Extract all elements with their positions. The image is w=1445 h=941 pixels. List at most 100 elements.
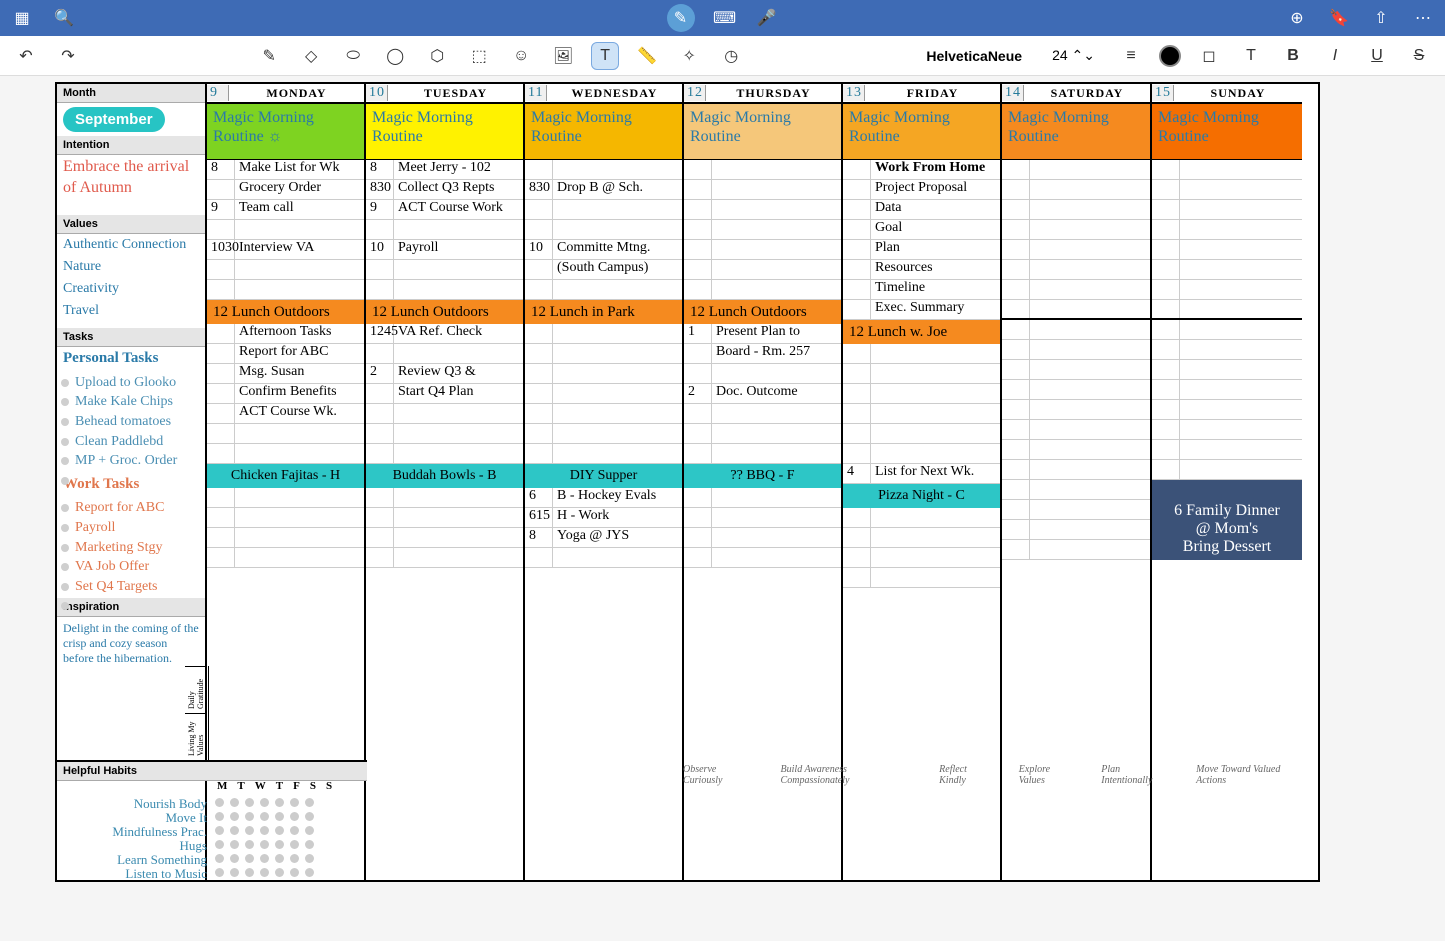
schedule-row[interactable] bbox=[1002, 180, 1150, 200]
schedule-row[interactable] bbox=[1152, 440, 1302, 460]
schedule-row[interactable]: 830Drop B @ Sch. bbox=[525, 180, 682, 200]
schedule-row[interactable] bbox=[366, 508, 523, 528]
strike-icon[interactable]: S bbox=[1405, 42, 1433, 70]
morning-routine[interactable]: Magic Morning Routine bbox=[684, 104, 841, 160]
schedule-row[interactable]: Project Proposal bbox=[843, 180, 1000, 200]
schedule-row[interactable] bbox=[1152, 360, 1302, 380]
dinner-block[interactable]: Chicken Fajitas - H bbox=[207, 464, 364, 488]
schedule-row[interactable] bbox=[1002, 320, 1150, 340]
task-item[interactable]: Upload to Glooko bbox=[61, 373, 201, 393]
schedule-row[interactable] bbox=[1002, 420, 1150, 440]
morning-routine[interactable]: Magic Morning Routine bbox=[525, 104, 682, 160]
task-item[interactable]: Marketing Stgy bbox=[61, 538, 201, 558]
schedule-row[interactable] bbox=[684, 280, 841, 300]
habit-dot[interactable] bbox=[305, 840, 314, 849]
habit-dot[interactable] bbox=[230, 868, 239, 877]
habit-dot[interactable] bbox=[260, 840, 269, 849]
search-icon[interactable]: 🔍 bbox=[52, 6, 76, 30]
habit-dot[interactable] bbox=[305, 868, 314, 877]
schedule-row[interactable]: Goal bbox=[843, 220, 1000, 240]
event-block[interactable]: 6 Family Dinner@ Mom'sBring Dessert bbox=[1152, 480, 1302, 560]
habit-dot[interactable] bbox=[260, 812, 269, 821]
schedule-row[interactable]: 10Payroll bbox=[366, 240, 523, 260]
schedule-row[interactable] bbox=[843, 568, 1000, 588]
schedule-row[interactable] bbox=[366, 528, 523, 548]
dinner-block[interactable]: DIY Supper bbox=[525, 464, 682, 488]
schedule-row[interactable] bbox=[684, 260, 841, 280]
font-name[interactable]: HelveticaNeue bbox=[918, 48, 1030, 64]
select-icon[interactable]: ⬚ bbox=[465, 42, 493, 70]
habit-dot[interactable] bbox=[230, 812, 239, 821]
schedule-row[interactable] bbox=[207, 528, 364, 548]
morning-routine[interactable]: Magic Morning Routine bbox=[1152, 104, 1302, 160]
habit-dot[interactable] bbox=[215, 854, 224, 863]
habit-dot[interactable] bbox=[275, 840, 284, 849]
habit-dot[interactable] bbox=[245, 868, 254, 877]
schedule-row[interactable] bbox=[843, 364, 1000, 384]
schedule-row[interactable] bbox=[684, 424, 841, 444]
bookmark-icon[interactable]: 🔖 bbox=[1327, 6, 1351, 30]
morning-routine[interactable]: Magic Morning Routine bbox=[843, 104, 1000, 160]
habit-dot[interactable] bbox=[230, 826, 239, 835]
schedule-row[interactable] bbox=[207, 424, 364, 444]
schedule-row[interactable] bbox=[843, 424, 1000, 444]
task-item[interactable]: Behead tomatoes bbox=[61, 412, 201, 432]
schedule-row[interactable] bbox=[1152, 380, 1302, 400]
schedule-row[interactable] bbox=[684, 240, 841, 260]
italic-icon[interactable]: I bbox=[1321, 42, 1349, 70]
schedule-row[interactable] bbox=[1152, 340, 1302, 360]
ruler-icon[interactable]: 📏 bbox=[633, 42, 661, 70]
highlighter-icon[interactable]: ⬭ bbox=[339, 42, 367, 70]
habit-dot[interactable] bbox=[245, 854, 254, 863]
habit-dot[interactable] bbox=[275, 826, 284, 835]
schedule-row[interactable] bbox=[1152, 260, 1302, 280]
schedule-row[interactable] bbox=[366, 260, 523, 280]
schedule-row[interactable] bbox=[525, 404, 682, 424]
schedule-row[interactable]: ACT Course Wk. bbox=[207, 404, 364, 424]
schedule-row[interactable] bbox=[525, 424, 682, 444]
dinner-block[interactable]: ?? BBQ - F bbox=[684, 464, 841, 488]
habit-dot[interactable] bbox=[260, 826, 269, 835]
habit-dot[interactable] bbox=[275, 812, 284, 821]
habit-dot[interactable] bbox=[260, 854, 269, 863]
habit-dot[interactable] bbox=[305, 854, 314, 863]
habit-dot[interactable] bbox=[275, 868, 284, 877]
schedule-row[interactable] bbox=[1002, 200, 1150, 220]
schedule-row[interactable] bbox=[366, 424, 523, 444]
habit-dot[interactable] bbox=[290, 854, 299, 863]
schedule-row[interactable] bbox=[1002, 240, 1150, 260]
schedule-row[interactable] bbox=[1002, 500, 1150, 520]
add-page-icon[interactable]: ⊕ bbox=[1285, 6, 1309, 30]
schedule-row[interactable] bbox=[366, 548, 523, 568]
habit-dot[interactable] bbox=[305, 798, 314, 807]
lunch-block[interactable]: 12 Lunch in Park bbox=[525, 300, 682, 324]
habit-dot[interactable] bbox=[215, 868, 224, 877]
schedule-row[interactable]: 2Doc. Outcome bbox=[684, 384, 841, 404]
schedule-row[interactable]: Exec. Summary bbox=[843, 300, 1000, 320]
habit-dot[interactable] bbox=[215, 826, 224, 835]
schedule-row[interactable] bbox=[1152, 420, 1302, 440]
schedule-row[interactable] bbox=[207, 444, 364, 464]
schedule-row[interactable] bbox=[843, 548, 1000, 568]
habit-dot[interactable] bbox=[275, 798, 284, 807]
schedule-row[interactable] bbox=[684, 444, 841, 464]
schedule-row[interactable]: Data bbox=[843, 200, 1000, 220]
schedule-row[interactable] bbox=[684, 488, 841, 508]
habit-dot[interactable] bbox=[245, 840, 254, 849]
schedule-row[interactable] bbox=[207, 280, 364, 300]
schedule-row[interactable] bbox=[207, 548, 364, 568]
schedule-row[interactable]: 10Committe Mtng. bbox=[525, 240, 682, 260]
schedule-row[interactable] bbox=[1152, 180, 1302, 200]
eraser-icon[interactable]: ◇ bbox=[297, 42, 325, 70]
schedule-row[interactable]: 8Make List for Wk bbox=[207, 160, 364, 180]
task-item[interactable]: Make Kale Chips bbox=[61, 392, 201, 412]
habit-dot[interactable] bbox=[215, 812, 224, 821]
schedule-row[interactable] bbox=[1002, 260, 1150, 280]
schedule-row[interactable] bbox=[525, 364, 682, 384]
schedule-row[interactable]: 8Meet Jerry - 102 bbox=[366, 160, 523, 180]
clock-icon[interactable]: ◷ bbox=[717, 42, 745, 70]
schedule-row[interactable] bbox=[366, 444, 523, 464]
more-icon[interactable]: ⋯ bbox=[1411, 6, 1435, 30]
schedule-row[interactable] bbox=[1002, 220, 1150, 240]
align-icon[interactable]: ≡ bbox=[1117, 42, 1145, 70]
